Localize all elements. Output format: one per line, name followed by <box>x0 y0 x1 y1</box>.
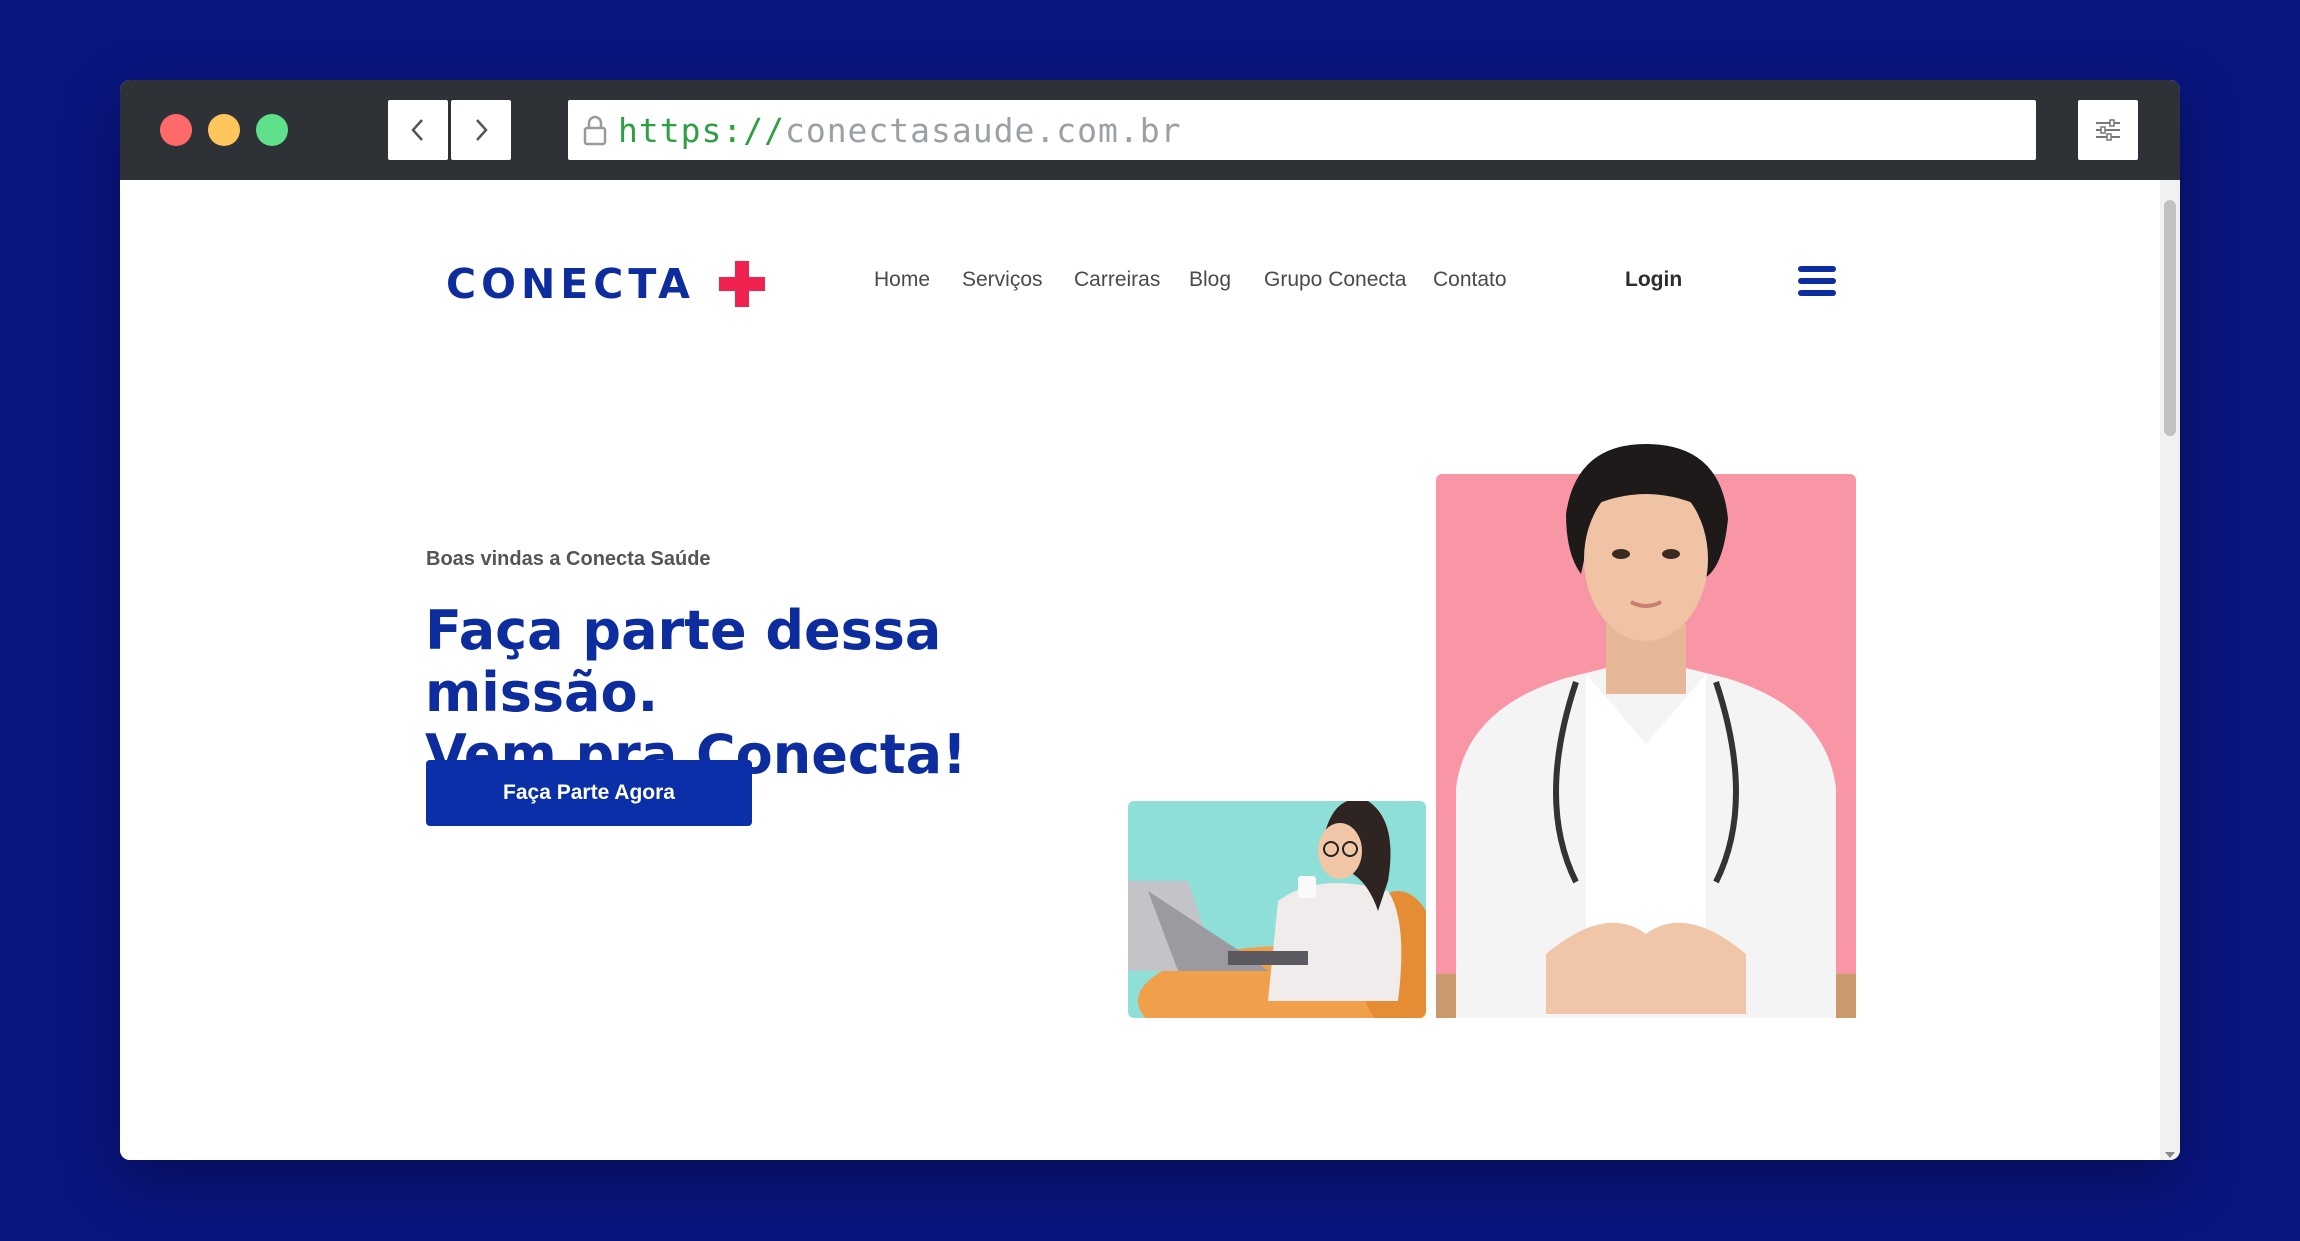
doctor-photo <box>1436 444 1856 1018</box>
nav-blog[interactable]: Blog <box>1189 268 1231 292</box>
url-text: https://conectasaude.com.br <box>618 110 1182 150</box>
hamburger-menu-icon[interactable] <box>1798 266 1836 296</box>
medical-cross-icon <box>718 261 765 307</box>
browser-window: https://conectasaude.com.br CONECTA Home… <box>120 80 2180 1160</box>
hero-headline: Faça parte dessa missão. Vem pra Conecta… <box>425 600 1185 786</box>
woman-laptop-photo <box>1128 801 1426 1018</box>
browser-toolbar: https://conectasaude.com.br <box>120 80 2180 180</box>
lock-icon <box>580 113 610 147</box>
address-bar[interactable]: https://conectasaude.com.br <box>568 100 2036 160</box>
site-logo[interactable]: CONECTA <box>446 260 765 308</box>
nav-carreiras[interactable]: Carreiras <box>1074 268 1160 292</box>
hero-kicker: Boas vindas a Conecta Saúde <box>426 548 711 570</box>
join-now-button[interactable]: Faça Parte Agora <box>426 760 752 826</box>
chevron-left-icon <box>411 119 423 141</box>
minimize-window-button[interactable] <box>208 114 240 146</box>
close-window-button[interactable] <box>160 114 192 146</box>
page-viewport: CONECTA Home Serviços Carreiras Blog Gru… <box>120 180 2160 1160</box>
back-button[interactable] <box>388 100 448 160</box>
page-scrollbar[interactable] <box>2160 180 2180 1160</box>
nav-home[interactable]: Home <box>874 268 930 292</box>
headline-line-1: Faça parte dessa missão. <box>425 599 942 724</box>
nav-contato[interactable]: Contato <box>1433 268 1507 292</box>
login-link[interactable]: Login <box>1625 268 1682 292</box>
nav-servicos[interactable]: Serviços <box>962 268 1043 292</box>
sliders-icon <box>2096 119 2120 141</box>
settings-button[interactable] <box>2078 100 2138 160</box>
scrollbar-thumb[interactable] <box>2164 200 2176 436</box>
maximize-window-button[interactable] <box>256 114 288 146</box>
scroll-down-arrow-icon[interactable] <box>2165 1152 2175 1158</box>
forward-button[interactable] <box>451 100 511 160</box>
nav-grupo-conecta[interactable]: Grupo Conecta <box>1264 268 1406 292</box>
logo-wordmark: CONECTA <box>446 260 695 308</box>
chevron-right-icon <box>476 119 488 141</box>
